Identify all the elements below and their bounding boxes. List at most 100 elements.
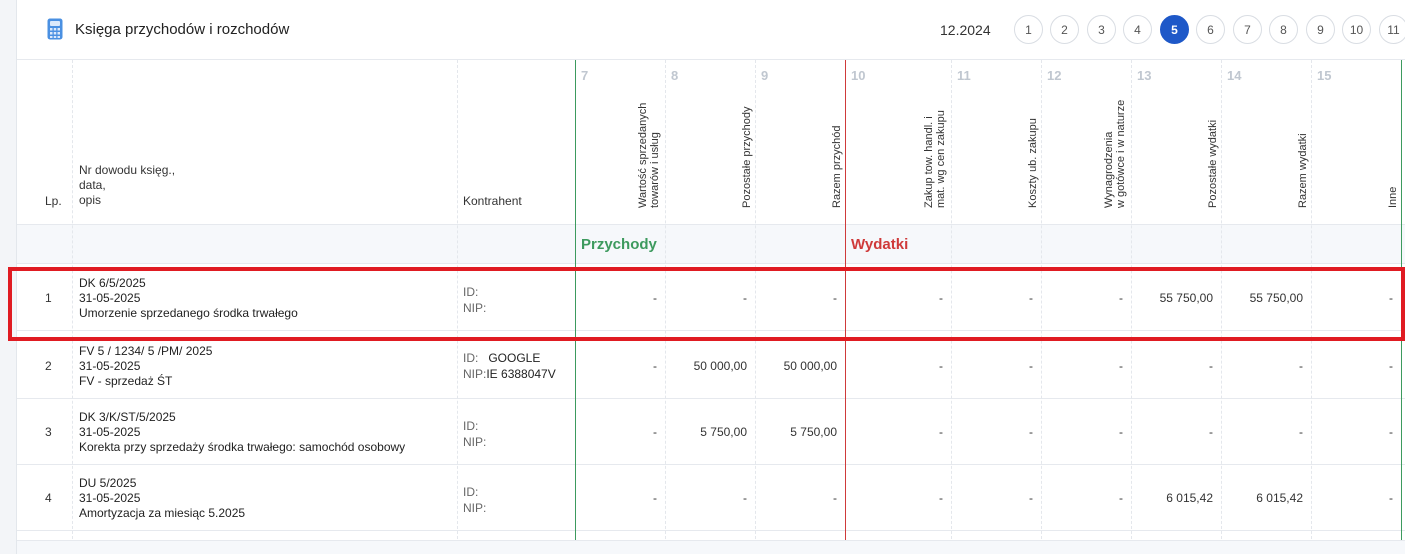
column-number-10: 10 bbox=[851, 68, 866, 83]
row-doc: DU 5/2025 bbox=[79, 476, 137, 490]
column-header-document-line1: Nr dowodu księg., bbox=[79, 163, 176, 177]
column-label-line1: Inne bbox=[1387, 186, 1399, 208]
kontrahent-id: ID: bbox=[463, 484, 488, 500]
column-label-line2: w gotówce i w naturze bbox=[1115, 99, 1127, 208]
cell-col-11: - bbox=[1029, 425, 1033, 439]
cell-col-12: - bbox=[1119, 425, 1123, 439]
column-label-line1: Pozostałe wydatki bbox=[1207, 119, 1219, 208]
calculator-icon bbox=[47, 18, 63, 40]
column-label-8: Pozostałe przychody bbox=[741, 107, 753, 209]
column-number-12: 12 bbox=[1047, 68, 1062, 83]
column-label-14: Razem wydatki bbox=[1297, 133, 1309, 208]
page-button-8[interactable]: 8 bbox=[1269, 15, 1298, 44]
column-number-7: 7 bbox=[581, 68, 589, 83]
column-label-line2: mat. wg cen zakupu bbox=[935, 110, 947, 208]
cell-col-13: 6 015,42 bbox=[1166, 491, 1213, 505]
cell-col-15: - bbox=[1389, 491, 1393, 505]
row-date: 31-05-2025 bbox=[79, 425, 141, 439]
row-kontrahent: ID: NIP: bbox=[463, 484, 488, 516]
row-doc: DK 3/K/ST/5/2025 bbox=[79, 410, 176, 424]
cell-col-12: - bbox=[1119, 491, 1123, 505]
column-number-8: 8 bbox=[671, 68, 679, 83]
kontrahent-label: ID: bbox=[463, 351, 479, 365]
row-doc: FV 5 / 1234/ 5 /PM/ 2025 bbox=[79, 344, 213, 358]
cell-col-10: - bbox=[939, 359, 943, 373]
page-button-9[interactable]: 9 bbox=[1306, 15, 1335, 44]
row-kontrahent: ID: NIP: bbox=[463, 418, 488, 450]
kontrahent-nip: NIP:IE 6388047V bbox=[463, 366, 556, 382]
column-header-document-line3: opis bbox=[79, 193, 102, 207]
row-date: 31-05-2025 bbox=[79, 359, 141, 373]
column-label-13: Pozostałe wydatki bbox=[1207, 120, 1219, 208]
column-label-line1: Zakup tow. handl. i bbox=[923, 116, 935, 208]
cell-col-15: - bbox=[1389, 425, 1393, 439]
kontrahent-nip: NIP: bbox=[463, 434, 488, 450]
section-row bbox=[17, 224, 1405, 264]
cell-col-14: 6 015,42 bbox=[1256, 491, 1303, 505]
page-button-3[interactable]: 3 bbox=[1087, 15, 1116, 44]
page-button-1[interactable]: 1 bbox=[1014, 15, 1043, 44]
cell-col-8: 50 000,00 bbox=[693, 359, 747, 373]
column-label-7: Wartość sprzedanych towarów i usług bbox=[637, 103, 661, 208]
cell-col-10: - bbox=[939, 491, 943, 505]
table-footer-strip bbox=[17, 540, 1405, 554]
page-button-6[interactable]: 6 bbox=[1196, 15, 1225, 44]
column-label-9: Razem przychód bbox=[831, 125, 843, 208]
page-button-7[interactable]: 7 bbox=[1233, 15, 1262, 44]
cell-col-15: - bbox=[1389, 359, 1393, 373]
row-date: 31-05-2025 bbox=[79, 491, 141, 505]
table-row[interactable]: 3 DK 3/K/ST/5/2025 31-05-2025 Korekta przy … bbox=[17, 399, 1405, 465]
cell-col-7: - bbox=[653, 491, 657, 505]
row-lp: 2 bbox=[45, 359, 52, 373]
cell-col-11: - bbox=[1029, 359, 1033, 373]
cell-col-13: - bbox=[1209, 359, 1213, 373]
column-label-10: Zakup tow. handl. i mat. wg cen zakupu bbox=[923, 110, 947, 208]
column-label-line1: Koszty ub. zakupu bbox=[1027, 118, 1039, 208]
column-header-lp: Lp. bbox=[45, 194, 62, 208]
toolbar: Księga przychodów i rozchodów 12.2024 12… bbox=[17, 0, 1405, 60]
row-document: DK 3/K/ST/5/2025 31-05-2025 Korekta przy s… bbox=[79, 410, 405, 455]
kontrahent-value: IE 6388047V bbox=[486, 367, 556, 381]
column-label-12: Wynagrodzenia w gotówce i w naturze bbox=[1103, 100, 1127, 208]
column-label-line2: towarów i usług bbox=[649, 132, 661, 208]
table-row[interactable]: 2 FV 5 / 1234/ 5 /PM/ 2025 31-05-2025 FV - … bbox=[17, 333, 1405, 399]
page-button-10[interactable]: 10 bbox=[1342, 15, 1371, 44]
kontrahent-nip: NIP: bbox=[463, 500, 488, 516]
highlight-box bbox=[8, 267, 1405, 341]
row-lp: 3 bbox=[45, 425, 52, 439]
page-button-11[interactable]: 11 bbox=[1379, 15, 1405, 44]
section-expenses-label: Wydatki bbox=[851, 236, 909, 253]
column-header-kontrahent: Kontrahent bbox=[463, 194, 522, 208]
cell-col-9: - bbox=[833, 491, 837, 505]
cell-col-8: - bbox=[743, 491, 747, 505]
column-header-document-line2: data, bbox=[79, 178, 106, 192]
page-button-4[interactable]: 4 bbox=[1123, 15, 1152, 44]
cell-col-10: - bbox=[939, 425, 943, 439]
page-button-5[interactable]: 5 bbox=[1160, 15, 1189, 44]
page-button-2[interactable]: 2 bbox=[1050, 15, 1079, 44]
cell-col-13: - bbox=[1209, 425, 1213, 439]
kontrahent-label: ID: bbox=[463, 485, 479, 499]
cell-col-7: - bbox=[653, 425, 657, 439]
column-label-line1: Wartość sprzedanych bbox=[637, 102, 649, 208]
kontrahent-value: GOOGLE bbox=[488, 351, 541, 365]
kontrahent-id: ID: GOOGLE bbox=[463, 350, 556, 366]
column-header-document: Nr dowodu księg., data, opis bbox=[79, 163, 175, 208]
kontrahent-label: NIP: bbox=[463, 435, 487, 449]
column-label-line1: Razem przychód bbox=[831, 125, 843, 208]
table-row[interactable]: 4 DU 5/2025 31-05-2025 Amortyzacja za miesi… bbox=[17, 465, 1405, 531]
row-kontrahent: ID: GOOGLE NIP:IE 6388047V bbox=[463, 350, 556, 382]
row-desc: Korekta przy sprzedaży środka trwałego: … bbox=[79, 440, 406, 454]
column-number-14: 14 bbox=[1227, 68, 1242, 83]
kontrahent-label: NIP: bbox=[463, 367, 487, 381]
column-label-line1: Pozostałe przychody bbox=[741, 106, 753, 209]
column-label-11: Koszty ub. zakupu bbox=[1027, 118, 1039, 208]
column-number-15: 15 bbox=[1317, 68, 1332, 83]
page-title: Księga przychodów i rozchodów bbox=[75, 21, 290, 38]
column-number-11: 11 bbox=[957, 68, 971, 83]
cell-col-9: 5 750,00 bbox=[790, 425, 837, 439]
cell-col-11: - bbox=[1029, 491, 1033, 505]
cell-col-9: 50 000,00 bbox=[783, 359, 837, 373]
cell-col-7: - bbox=[653, 359, 657, 373]
column-label-line1: Razem wydatki bbox=[1297, 133, 1309, 208]
